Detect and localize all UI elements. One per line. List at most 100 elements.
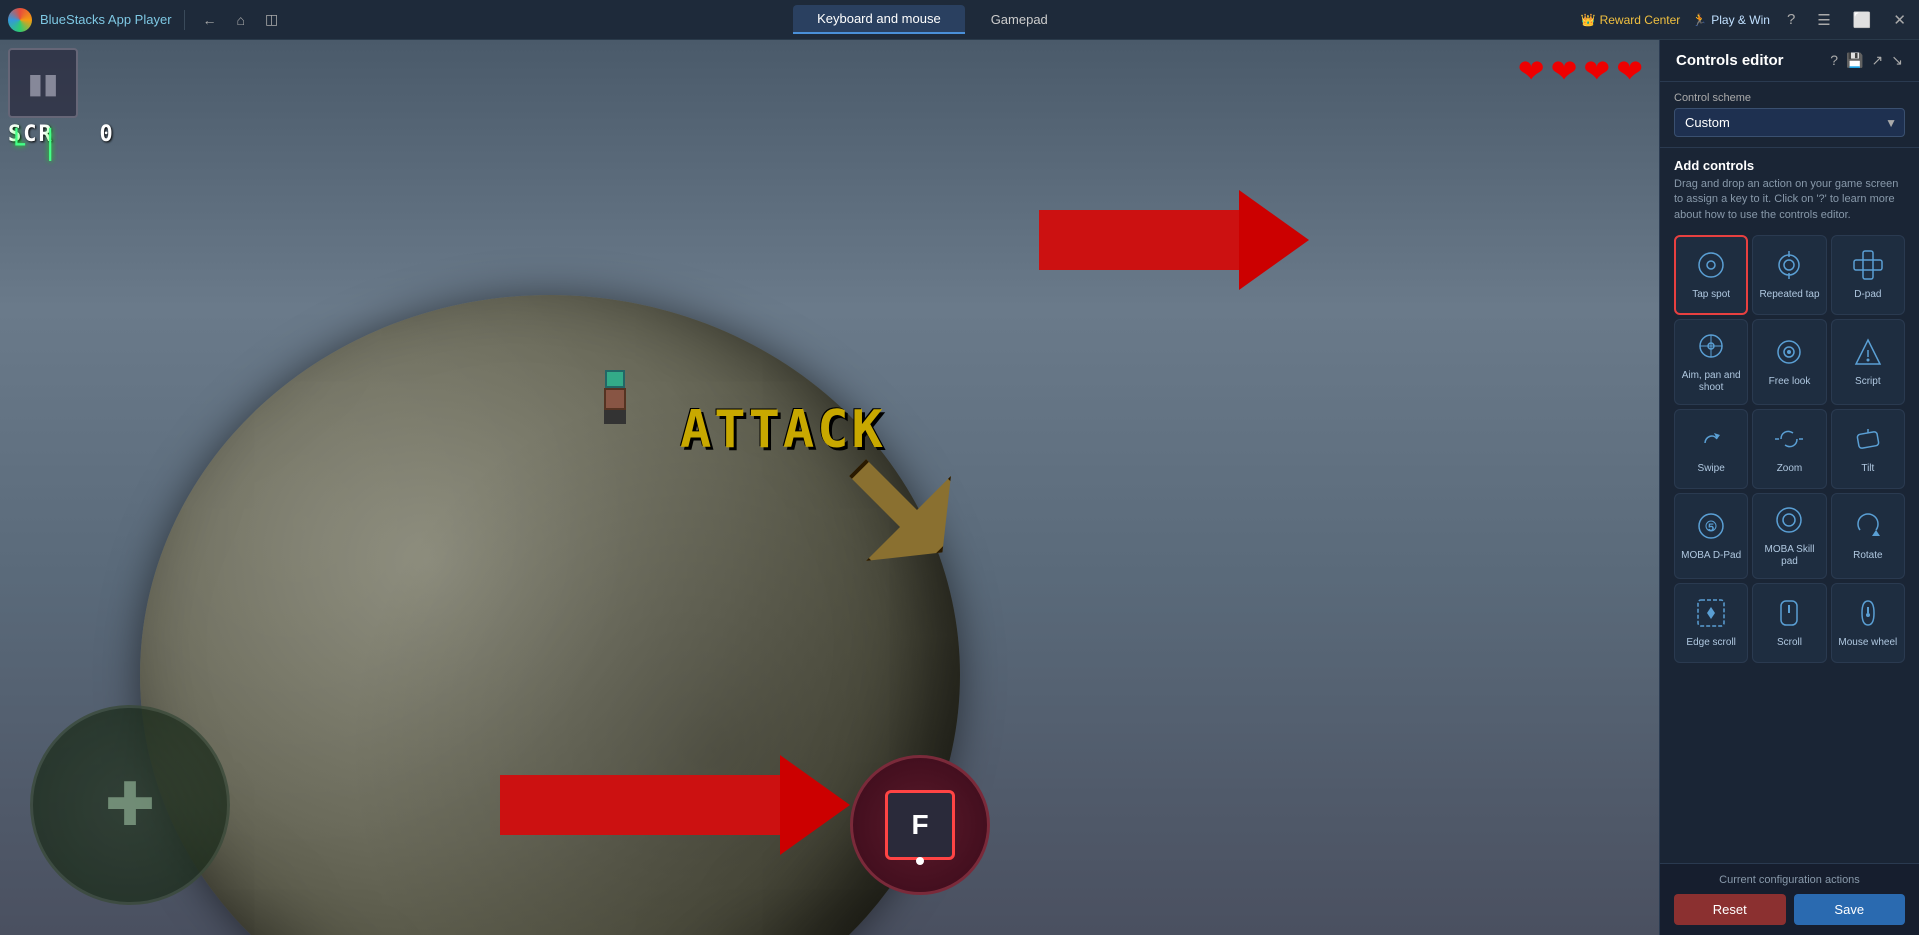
- scheme-select[interactable]: Custom: [1674, 108, 1905, 137]
- reward-center-button[interactable]: 👑 Reward Center: [1581, 13, 1681, 27]
- health-area: ❤ ❤ ❤ ❤: [1518, 52, 1643, 90]
- config-actions-label: Current configuration actions: [1674, 874, 1905, 886]
- bottom-buttons: Reset Save: [1674, 894, 1905, 925]
- control-d-pad[interactable]: D-pad: [1831, 235, 1905, 315]
- panel-title: Controls editor: [1676, 52, 1784, 69]
- edge-scroll-label: Edge scroll: [1686, 637, 1735, 649]
- control-edge-scroll[interactable]: Edge scroll: [1674, 583, 1748, 663]
- control-script[interactable]: Script: [1831, 319, 1905, 405]
- game-sphere: [140, 295, 960, 935]
- repeated-tap-label: Repeated tap: [1759, 289, 1819, 301]
- swipe-icon: [1695, 423, 1727, 455]
- inventory-icon: ▮▮: [28, 67, 59, 100]
- heart-2: ❤: [1551, 52, 1578, 90]
- moba-d-pad-icon: 5: [1695, 510, 1727, 542]
- control-scheme-section: Control scheme Custom ▼: [1660, 82, 1919, 148]
- repeated-tap-icon: [1773, 249, 1805, 281]
- aim-pan-shoot-label: Aim, pan and shoot: [1679, 370, 1743, 394]
- controls-panel: Controls editor ? 💾 ↗ ↘ Control scheme C…: [1659, 40, 1919, 935]
- tab-bar: Keyboard and mouse Gamepad: [292, 5, 1572, 34]
- control-zoom[interactable]: Zoom: [1752, 409, 1826, 489]
- score-text: SCR 0: [8, 122, 115, 147]
- top-bar: BlueStacks App Player ← ⌂ ◫ Keyboard and…: [0, 0, 1919, 40]
- close-button[interactable]: ✕: [1888, 9, 1911, 31]
- save-button[interactable]: Save: [1794, 894, 1906, 925]
- app-name: BlueStacks App Player: [40, 12, 172, 27]
- save-icon[interactable]: 💾: [1846, 52, 1863, 69]
- zoom-icon: [1773, 423, 1805, 455]
- add-controls-title: Add controls: [1674, 158, 1905, 173]
- tilt-icon: [1852, 423, 1884, 455]
- heart-4: ❤: [1616, 52, 1643, 90]
- script-label: Script: [1855, 376, 1881, 388]
- panel-bottom: Current configuration actions Reset Save: [1660, 863, 1919, 935]
- tilt-label: Tilt: [1861, 463, 1874, 475]
- control-tilt[interactable]: Tilt: [1831, 409, 1905, 489]
- moba-skill-pad-label: MOBA Skill pad: [1757, 544, 1821, 568]
- inventory-box: ▮▮: [8, 48, 78, 118]
- restore-button[interactable]: ⬜: [1848, 9, 1877, 31]
- rotate-icon: [1852, 510, 1884, 542]
- add-controls-section: Add controls Drag and drop an action on …: [1660, 148, 1919, 863]
- red-arrow-to-panel: [1039, 190, 1309, 290]
- tab-keyboard-mouse[interactable]: Keyboard and mouse: [793, 5, 965, 34]
- help-button[interactable]: ?: [1782, 9, 1800, 30]
- main-layout: ▮▮ SCR 0 └ │ ❤ ❤ ❤ ❤ AT: [0, 40, 1919, 935]
- scroll-label: Scroll: [1777, 637, 1802, 649]
- controls-grid: Tap spot Repeated tap: [1674, 235, 1905, 663]
- zoom-label: Zoom: [1777, 463, 1803, 475]
- reward-icon: 👑: [1581, 13, 1596, 27]
- reward-label: Reward Center: [1600, 13, 1681, 27]
- heart-1: ❤: [1518, 52, 1545, 90]
- multi-window-button[interactable]: ◫: [259, 7, 284, 32]
- green-chars: └ │: [8, 128, 59, 161]
- tap-spot-icon: [1695, 249, 1727, 281]
- script-icon: [1852, 336, 1884, 368]
- svg-text:5: 5: [1708, 522, 1714, 534]
- top-bar-right: 👑 Reward Center 🏃 Play & Win ? ☰ ⬜ ✕: [1581, 9, 1911, 31]
- play-win-icon: 🏃: [1692, 13, 1707, 27]
- export-icon[interactable]: ↗: [1872, 52, 1884, 69]
- panel-header-icons: ? 💾 ↗ ↘: [1830, 52, 1903, 69]
- back-button[interactable]: ←: [197, 8, 223, 32]
- add-controls-desc: Drag and drop an action on your game scr…: [1674, 177, 1905, 223]
- rotate-label: Rotate: [1853, 550, 1882, 562]
- scheme-label: Control scheme: [1674, 92, 1905, 104]
- d-pad-icon: [1852, 249, 1884, 281]
- free-look-icon: [1773, 336, 1805, 368]
- tap-spot-label: Tap spot: [1692, 289, 1730, 301]
- mouse-wheel-icon: [1852, 597, 1884, 629]
- control-mouse-wheel[interactable]: Mouse wheel: [1831, 583, 1905, 663]
- control-scroll[interactable]: Scroll: [1752, 583, 1826, 663]
- control-aim-pan-shoot[interactable]: Aim, pan and shoot: [1674, 319, 1748, 405]
- tab-gamepad[interactable]: Gamepad: [967, 5, 1072, 34]
- play-win-button[interactable]: 🏃 Play & Win: [1692, 13, 1770, 27]
- control-moba-skill-pad[interactable]: MOBA Skill pad: [1752, 493, 1826, 579]
- d-pad-label: D-pad: [1854, 289, 1881, 301]
- import-icon[interactable]: ↘: [1891, 52, 1903, 69]
- menu-button[interactable]: ☰: [1812, 9, 1835, 31]
- score-labels: SCR 0: [8, 122, 115, 147]
- aim-pan-shoot-icon: [1695, 330, 1727, 362]
- help-icon[interactable]: ?: [1830, 52, 1838, 69]
- play-win-label: Play & Win: [1711, 13, 1770, 27]
- scheme-select-wrapper: Custom ▼: [1674, 108, 1905, 137]
- swipe-label: Swipe: [1698, 463, 1725, 475]
- mouse-wheel-label: Mouse wheel: [1838, 637, 1897, 649]
- separator: [184, 10, 185, 30]
- panel-header: Controls editor ? 💾 ↗ ↘: [1660, 40, 1919, 82]
- edge-scroll-icon: [1695, 597, 1727, 629]
- control-swipe[interactable]: Swipe: [1674, 409, 1748, 489]
- control-free-look[interactable]: Free look: [1752, 319, 1826, 405]
- heart-3: ❤: [1583, 52, 1610, 90]
- reset-button[interactable]: Reset: [1674, 894, 1786, 925]
- control-rotate[interactable]: Rotate: [1831, 493, 1905, 579]
- control-tap-spot[interactable]: Tap spot: [1674, 235, 1748, 315]
- home-button[interactable]: ⌂: [231, 8, 251, 32]
- scroll-icon: [1773, 597, 1805, 629]
- control-repeated-tap[interactable]: Repeated tap: [1752, 235, 1826, 315]
- moba-d-pad-label: MOBA D-Pad: [1681, 550, 1741, 562]
- score-area: ▮▮ SCR 0: [8, 48, 115, 147]
- control-moba-d-pad[interactable]: 5 MOBA D-Pad: [1674, 493, 1748, 579]
- moba-skill-pad-icon: [1773, 504, 1805, 536]
